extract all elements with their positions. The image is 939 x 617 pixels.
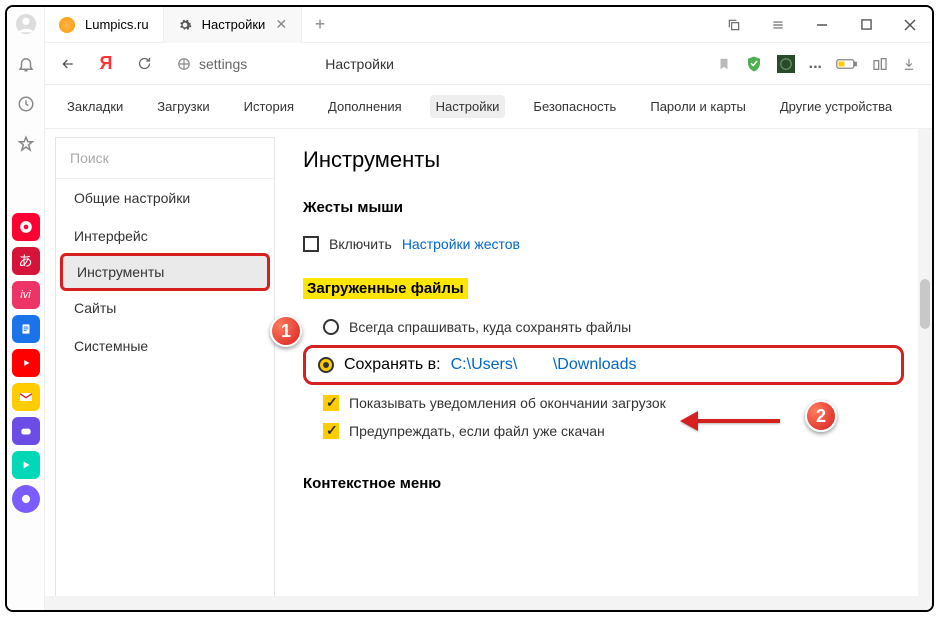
annotation-marker-2: 2	[805, 400, 837, 432]
tab-label: Lumpics.ru	[85, 17, 149, 32]
warn-dup-checkbox[interactable]	[323, 423, 339, 439]
save-to-callout: Сохранять в: C:\Users\ \Downloads	[303, 345, 904, 385]
app-icon-youtube[interactable]	[12, 349, 40, 377]
subnav-settings[interactable]: Настройки	[430, 95, 506, 118]
app-icon-alice[interactable]	[12, 485, 40, 513]
close-button[interactable]	[888, 7, 932, 43]
minimize-button[interactable]	[800, 7, 844, 43]
new-tab-button[interactable]: +	[302, 14, 338, 35]
close-icon[interactable]: ✕	[275, 16, 287, 33]
horizontal-scrollbar[interactable]	[45, 596, 918, 610]
left-sidebar: あ ivi	[7, 7, 45, 610]
app-icon-yandex[interactable]	[12, 213, 40, 241]
page-title: Настройки	[325, 56, 394, 72]
window-controls	[712, 7, 932, 43]
context-menu-header: Контекстное меню	[303, 475, 904, 492]
history-icon[interactable]	[15, 93, 37, 115]
copy-icon[interactable]	[712, 7, 756, 43]
bookmark-icon[interactable]	[717, 56, 731, 72]
yandex-logo-icon[interactable]: Я	[91, 49, 121, 79]
show-notif-label: Показывать уведомления об окончании загр…	[349, 395, 666, 411]
section-title: Инструменты	[303, 147, 904, 173]
annotation-arrow	[680, 415, 780, 427]
titlebar: Lumpics.ru Настройки ✕ +	[45, 7, 932, 43]
scroll-thumb[interactable]	[920, 279, 930, 329]
battery-icon[interactable]	[836, 57, 858, 71]
tab-lumpics[interactable]: Lumpics.ru	[45, 7, 164, 43]
save-to-radio[interactable]	[318, 357, 334, 373]
back-button[interactable]	[53, 49, 83, 79]
extensions-icon[interactable]	[872, 56, 888, 72]
subnav-devices[interactable]: Другие устройства	[774, 95, 898, 118]
enable-gestures-label: Включить	[329, 236, 392, 252]
favicon-orange-icon	[59, 17, 75, 33]
profile-icon[interactable]	[15, 13, 37, 35]
address-text: settings	[199, 56, 247, 72]
bell-icon[interactable]	[15, 53, 37, 75]
subnav-history[interactable]: История	[238, 95, 300, 118]
settings-subnav: Закладки Загрузки История Дополнения Нас…	[45, 85, 932, 129]
mouse-gestures-header: Жесты мыши	[303, 199, 904, 216]
always-ask-radio[interactable]	[323, 319, 339, 335]
nav-sites[interactable]: Сайты	[56, 289, 274, 327]
warn-dup-label: Предупреждать, если файл уже скачан	[349, 423, 605, 439]
nav-general[interactable]: Общие настройки	[56, 179, 274, 217]
subnav-bookmarks[interactable]: Закладки	[61, 95, 129, 118]
annotation-marker-1: 1	[270, 315, 302, 347]
always-ask-row: Всегда спрашивать, куда сохранять файлы	[303, 313, 904, 341]
toolbar: Я settings Настройки ...	[45, 43, 932, 85]
gear-icon	[178, 18, 192, 32]
tab-settings[interactable]: Настройки ✕	[164, 7, 302, 43]
always-ask-label: Всегда спрашивать, куда сохранять файлы	[349, 319, 631, 335]
subnav-downloads[interactable]: Загрузки	[151, 95, 215, 118]
main-area: Lumpics.ru Настройки ✕ + Я	[45, 7, 932, 610]
more-icon[interactable]: ...	[809, 55, 822, 73]
content: Поиск Общие настройки Интерфейс Инструме…	[45, 129, 932, 610]
subnav-passwords[interactable]: Пароли и карты	[644, 95, 752, 118]
show-notif-checkbox[interactable]	[323, 395, 339, 411]
menu-icon[interactable]	[756, 7, 800, 43]
settings-nav: Поиск Общие настройки Интерфейс Инструме…	[55, 137, 275, 610]
star-icon[interactable]	[15, 133, 37, 155]
search-input[interactable]: Поиск	[56, 138, 274, 179]
shield-icon	[177, 57, 191, 71]
download-icon[interactable]	[902, 56, 916, 72]
app-icon-translate[interactable]: あ	[12, 247, 40, 275]
toolbar-right: ...	[717, 55, 924, 73]
maximize-button[interactable]	[844, 7, 888, 43]
save-to-label: Сохранять в:	[344, 356, 441, 374]
vertical-scrollbar[interactable]	[918, 129, 932, 610]
app-icons: あ ivi	[12, 213, 40, 513]
address-bar[interactable]: settings	[167, 56, 257, 72]
app-icon-mail[interactable]	[12, 383, 40, 411]
downloads-header: Загруженные файлы	[303, 278, 468, 299]
subnav-addons[interactable]: Дополнения	[322, 95, 408, 118]
gestures-settings-link[interactable]: Настройки жестов	[402, 236, 520, 252]
app-icon-docs[interactable]	[12, 315, 40, 343]
app-icon-purple[interactable]	[12, 417, 40, 445]
nav-interface[interactable]: Интерфейс	[56, 217, 274, 255]
enable-gestures-checkbox[interactable]	[303, 236, 319, 252]
app-icon-ivi[interactable]: ivi	[12, 281, 40, 309]
nav-tools[interactable]: Инструменты	[60, 253, 270, 291]
enable-gestures-row: Включить Настройки жестов	[303, 230, 904, 258]
save-path-link[interactable]: C:\Users\ \Downloads	[451, 356, 637, 374]
extension-icon[interactable]	[777, 55, 795, 73]
adguard-icon[interactable]	[745, 55, 763, 73]
app-icon-play[interactable]	[12, 451, 40, 479]
nav-system[interactable]: Системные	[56, 327, 274, 365]
reload-button[interactable]	[129, 49, 159, 79]
settings-body: Инструменты Жесты мыши Включить Настройк…	[275, 129, 932, 610]
tab-label: Настройки	[202, 17, 266, 32]
subnav-security[interactable]: Безопасность	[527, 95, 622, 118]
browser-window: あ ivi Lumpics.ru Настройки ✕ +	[5, 5, 934, 612]
